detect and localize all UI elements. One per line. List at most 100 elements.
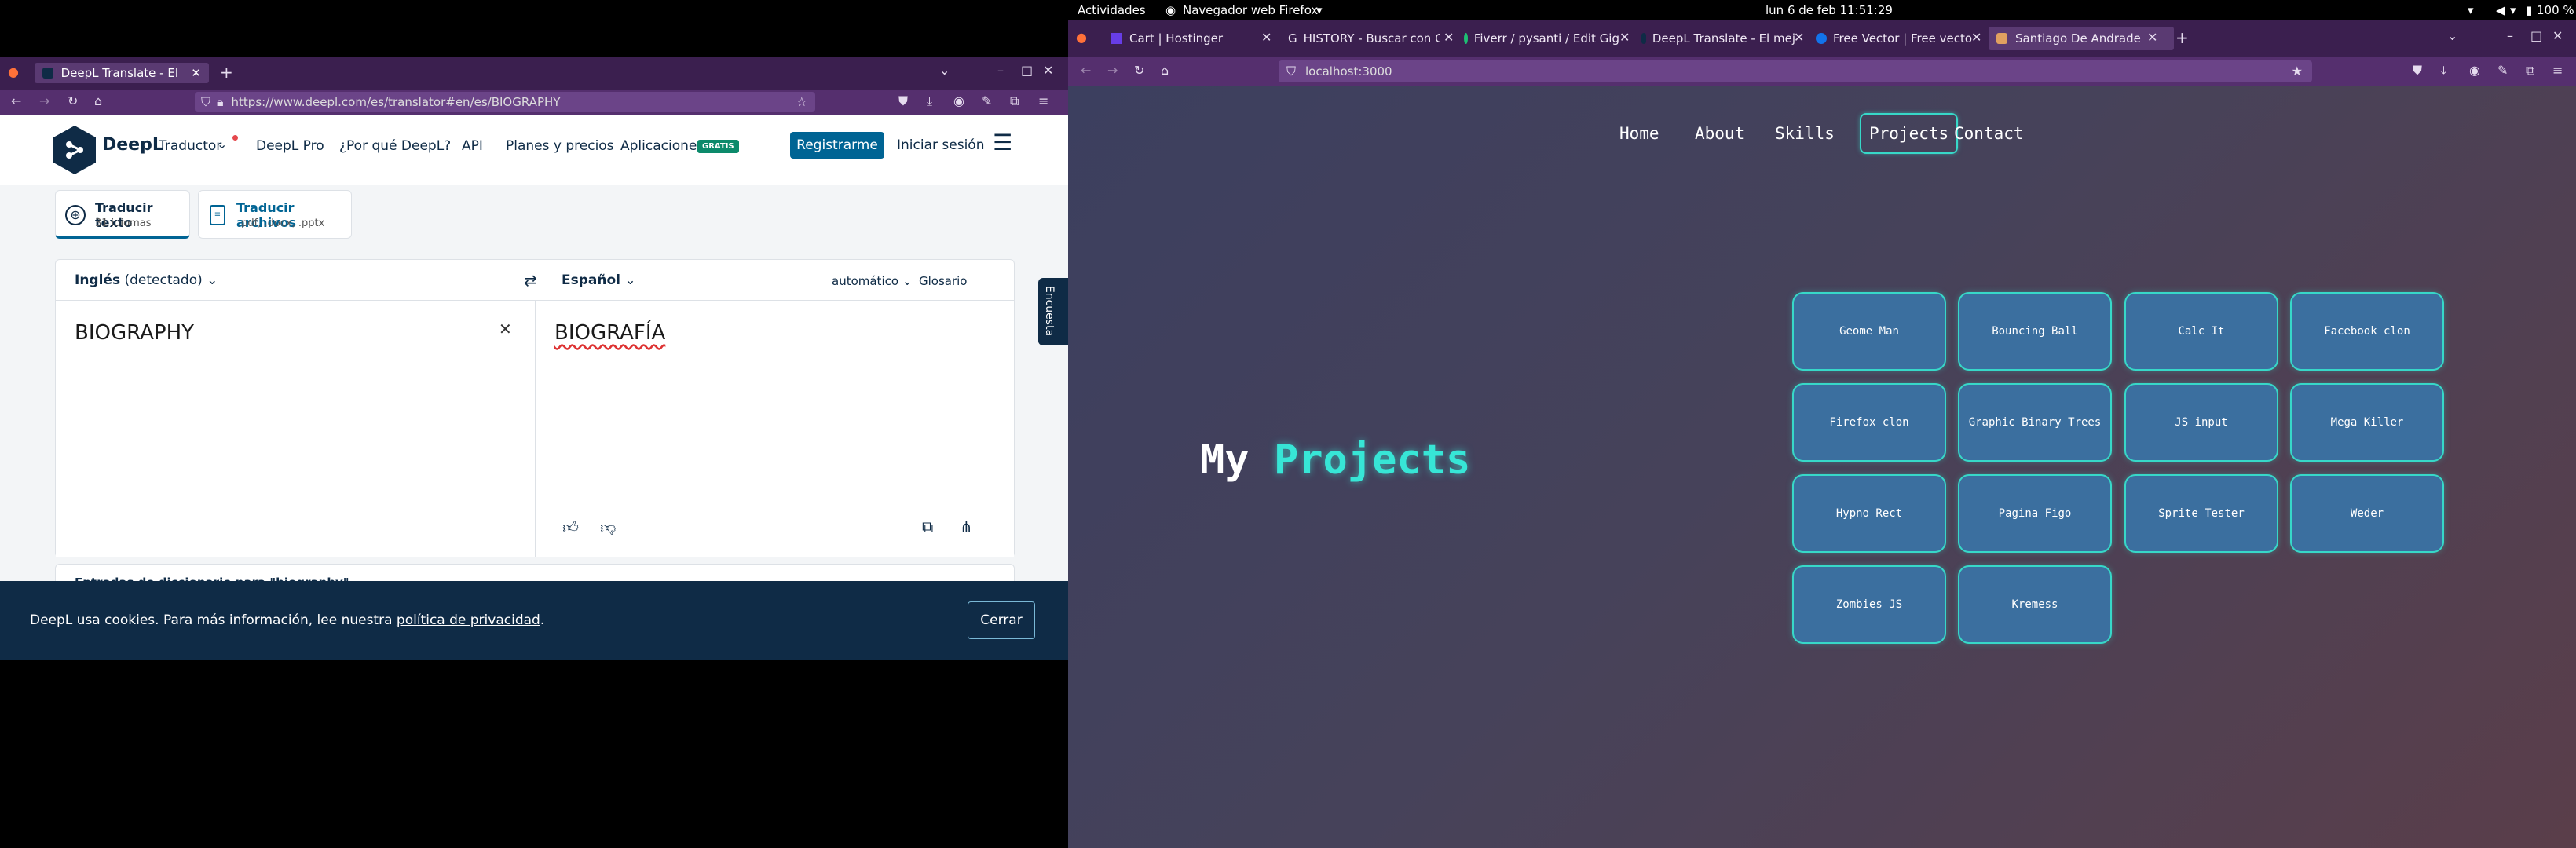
- extension-icon[interactable]: ✎: [2497, 64, 2508, 77]
- nav-projects[interactable]: Projects: [1860, 113, 1959, 154]
- left-tab-deepl[interactable]: DeepL Translate - El mejo ✕: [35, 63, 209, 83]
- close-window-icon[interactable]: ✕: [1043, 64, 1053, 77]
- close-window-icon[interactable]: ✕: [2552, 30, 2563, 42]
- hamburger-icon[interactable]: ☰: [993, 132, 1012, 154]
- account-icon[interactable]: ◉: [2469, 64, 2480, 77]
- nav-pricing[interactable]: Planes y precios: [506, 138, 614, 154]
- cookie-close-button[interactable]: Cerrar: [968, 601, 1035, 639]
- bookmark-star-icon[interactable]: ☆: [796, 96, 807, 108]
- close-icon[interactable]: ✕: [1444, 31, 1454, 44]
- nav-apps[interactable]: Aplicaciones: [620, 138, 704, 154]
- extension-icon[interactable]: ✎: [982, 95, 992, 108]
- product-label[interactable]: Traductor: [159, 138, 221, 154]
- home-icon[interactable]: ⌂: [94, 95, 102, 108]
- formality-select[interactable]: automático ⌄: [832, 274, 912, 288]
- forward-icon[interactable]: →: [39, 95, 49, 108]
- tab-translate-text[interactable]: ⊕ Traducir texto 31 idiomas: [55, 190, 190, 239]
- target-language-select[interactable]: Español ⌄: [562, 272, 636, 288]
- project-card[interactable]: Sprite Tester: [2124, 474, 2278, 553]
- app-menu[interactable]: Navegador web Firefox: [1183, 3, 1318, 17]
- register-button[interactable]: Registrarme: [790, 132, 884, 159]
- right-tab-freepik[interactable]: Free Vector | Free vecto: [1816, 27, 1973, 50]
- nav-skills[interactable]: Skills: [1775, 124, 1835, 143]
- close-icon[interactable]: ✕: [1261, 31, 1272, 44]
- download-icon[interactable]: ⤓: [927, 95, 932, 108]
- privacy-policy-link[interactable]: política de privacidad: [397, 612, 540, 628]
- new-tab-icon[interactable]: +: [220, 64, 233, 80]
- close-icon[interactable]: ✕: [1971, 31, 1981, 44]
- project-card[interactable]: Bouncing Ball: [1958, 292, 2112, 371]
- home-icon[interactable]: ⌂: [1161, 64, 1169, 77]
- maximize-icon[interactable]: □: [2530, 30, 2542, 42]
- chevron-down-icon[interactable]: ⌄: [939, 64, 950, 77]
- thumbs-down-icon[interactable]: 👎︎: [600, 517, 616, 537]
- tab-translate-files[interactable]: ≡ Traducir archivos .pdf, .docx, .pptx: [198, 190, 352, 239]
- reload-icon[interactable]: ↻: [1134, 64, 1144, 77]
- close-icon[interactable]: ✕: [2147, 31, 2157, 44]
- left-url-bar[interactable]: ⛉ 🔒︎ https://www.deepl.com/es/translator…: [195, 92, 815, 112]
- copy-icon[interactable]: ⧉: [922, 517, 933, 536]
- login-link[interactable]: Iniciar sesión: [897, 137, 984, 153]
- nav-contact[interactable]: Contact: [1954, 124, 2024, 143]
- nav-why-deepl[interactable]: ¿Por qué DeepL?: [339, 138, 451, 154]
- menu-icon[interactable]: ≡: [2552, 64, 2563, 77]
- reload-icon[interactable]: ↻: [68, 95, 78, 108]
- glossary-button[interactable]: Glosario: [909, 274, 968, 288]
- right-tab-google[interactable]: G HISTORY - Buscar con Go: [1288, 27, 1440, 50]
- bookmark-star-icon[interactable]: ★: [2292, 65, 2303, 78]
- account-icon[interactable]: ◉: [953, 95, 964, 108]
- nav-api[interactable]: API: [462, 138, 483, 154]
- clock[interactable]: lun 6 de feb 11:51:29: [1766, 3, 1893, 17]
- deepl-logo-icon[interactable]: [53, 126, 96, 174]
- share-icon[interactable]: ⋔: [960, 517, 973, 536]
- download-icon[interactable]: ⤓: [2441, 64, 2446, 77]
- clear-text-icon[interactable]: ✕: [499, 320, 512, 338]
- close-icon[interactable]: ✕: [1619, 31, 1630, 44]
- new-tab-icon[interactable]: +: [2175, 30, 2189, 46]
- menu-icon[interactable]: ≡: [1038, 95, 1048, 108]
- project-card[interactable]: Hypno Rect: [1792, 474, 1946, 553]
- puzzle-icon[interactable]: ⧉: [2526, 64, 2534, 77]
- right-tab-portfolio-active[interactable]: Santiago De Andrade: [1989, 27, 2174, 50]
- minimize-icon[interactable]: –: [2507, 30, 2513, 42]
- right-url-bar[interactable]: ⛉ localhost:3000 ★: [1279, 60, 2312, 82]
- maximize-icon[interactable]: □: [1021, 64, 1033, 77]
- back-icon[interactable]: ←: [1081, 64, 1091, 77]
- pocket-icon[interactable]: ⛊: [898, 95, 908, 108]
- puzzle-icon[interactable]: ⧉: [1010, 95, 1019, 108]
- target-output[interactable]: BIOGRAFÍA 👍︎ 👎︎ ⧉ ⋔: [535, 301, 1014, 557]
- project-card[interactable]: Mega Killer: [2290, 383, 2444, 462]
- activities-button[interactable]: Actividades: [1078, 3, 1146, 17]
- source-language-select[interactable]: Inglés (detectado) ⌄: [75, 272, 218, 288]
- project-card[interactable]: Kremess: [1958, 565, 2112, 644]
- swap-languages-icon[interactable]: ⇄: [524, 271, 537, 290]
- back-icon[interactable]: ←: [11, 95, 21, 108]
- thumbs-up-icon[interactable]: 👍︎: [562, 517, 579, 537]
- project-card[interactable]: Firefox clon: [1792, 383, 1946, 462]
- close-icon[interactable]: ✕: [191, 66, 201, 80]
- chevron-down-icon[interactable]: ⌄: [217, 137, 227, 152]
- project-card[interactable]: Facebook clon: [2290, 292, 2444, 371]
- close-icon[interactable]: ✕: [1794, 31, 1804, 44]
- project-card[interactable]: Calc It: [2124, 292, 2278, 371]
- right-tab-fiverr[interactable]: Fiverr / pysanti / Edit Gig: [1464, 27, 1619, 50]
- right-tab-hostinger[interactable]: Cart | Hostinger: [1111, 27, 1272, 50]
- right-tab-deepl[interactable]: DeepL Translate - El mej: [1641, 27, 1795, 50]
- project-card[interactable]: Zombies JS: [1792, 565, 1946, 644]
- minimize-icon[interactable]: –: [997, 64, 1004, 77]
- source-textarea[interactable]: BIOGRAPHY ✕: [56, 301, 535, 557]
- nav-deepl-pro[interactable]: DeepL Pro: [256, 138, 324, 154]
- battery-icon[interactable]: ▮: [2526, 3, 2532, 17]
- project-card[interactable]: Graphic Binary Trees: [1958, 383, 2112, 462]
- project-card[interactable]: JS input: [2124, 383, 2278, 462]
- project-card[interactable]: Weder: [2290, 474, 2444, 553]
- project-card[interactable]: Pagina Figo: [1958, 474, 2112, 553]
- project-card[interactable]: Geome Man: [1792, 292, 1946, 371]
- volume-icon[interactable]: ◀: [2496, 3, 2505, 17]
- wifi-icon[interactable]: ▾: [2468, 3, 2474, 17]
- pocket-icon[interactable]: ⛊: [2413, 64, 2422, 77]
- nav-home[interactable]: Home: [1619, 124, 1659, 143]
- nav-about[interactable]: About: [1695, 124, 1744, 143]
- survey-tab[interactable]: Encuesta: [1038, 278, 1068, 345]
- forward-icon[interactable]: →: [1107, 64, 1118, 77]
